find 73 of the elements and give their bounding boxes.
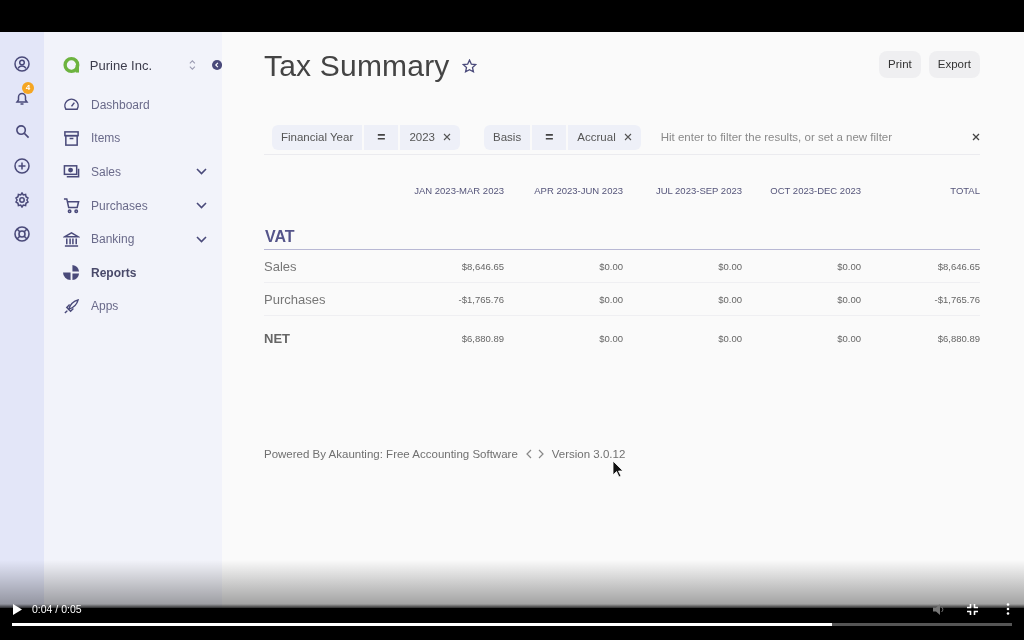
chevron-icon[interactable] [196,202,207,210]
table-cell-text: $0.00 [598,260,623,272]
menu-item[interactable]: Dashboard [63,88,222,122]
table-cell-text: $8,646.65 [460,260,504,272]
menu-item[interactable]: Reports [63,255,222,290]
table-cell-text: $0.00 [836,260,861,272]
column-header: JAN 2023-MAR 2023 [413,184,504,196]
exit-fullscreen-icon[interactable] [967,603,978,615]
chevron-icon[interactable] [196,168,207,176]
row-label: Purchases [264,291,327,307]
filter-operator[interactable]: = [532,124,567,150]
menu-item[interactable]: Banking [63,222,222,256]
table-cell-text: -$1,765.76 [457,293,504,305]
column-header: TOTAL [949,184,980,196]
filter-value[interactable]: Accrual [568,124,641,150]
table-cell-text: $6,880.89 [460,332,504,344]
filter-field[interactable]: Basis [484,124,531,150]
table-cell-text: $0.00 [598,332,623,344]
table-cell-text: $0.00 [836,332,861,344]
search-icon[interactable] [14,124,30,139]
table-cell-text: $6,880.89 [936,332,980,344]
table-cell-text: $8,646.65 [936,260,980,272]
play-icon[interactable] [12,603,22,615]
action-button[interactable]: Print [879,50,921,78]
filter-operator[interactable]: = [364,124,399,150]
version-text: Version 3.0.12 [551,448,626,460]
table-cell-text: $0.00 [717,260,742,272]
archive-icon [63,129,80,147]
volume-icon[interactable] [933,603,945,615]
close-icon[interactable] [972,133,980,141]
menu-item[interactable]: Apps [63,289,222,324]
video-progress[interactable] [12,623,1012,626]
table-cell-text: $0.00 [717,293,742,305]
collapse-icon[interactable] [211,59,222,71]
pie-chart-icon [63,264,80,282]
rocket-icon [63,297,80,315]
row-label: Sales [264,258,298,274]
profile-icon[interactable] [14,55,30,72]
notification-badge: 4 [22,81,34,94]
switch-icon[interactable] [189,58,196,72]
star-icon[interactable] [461,58,477,74]
column-header: JUL 2023-SEP 2023 [654,184,742,196]
bank-icon [63,230,80,248]
column-header: OCT 2023-DEC 2023 [769,184,861,196]
cursor-icon [612,460,624,478]
table-cell-text: -$1,765.76 [933,293,980,305]
filter-input[interactable]: Hit enter to filter the results, or set a new filter [658,130,956,144]
chevron-icon[interactable] [196,235,207,243]
help-icon[interactable] [14,225,30,242]
table-cell-text: $0.00 [598,293,623,305]
cart-icon [63,197,80,215]
settings-icon[interactable] [14,191,30,208]
row-label: NET [264,330,291,346]
code-icon [525,449,544,459]
column-header: APR 2023-JUN 2023 [533,184,623,196]
video-time: 0:04 / 0:05 [32,603,82,615]
table-cell-text: $0.00 [836,293,861,305]
page-title: Tax Summary [264,49,450,83]
table-cell-text: $0.00 [717,332,742,344]
menu-item[interactable]: Purchases [63,188,222,223]
logo-icon [63,55,80,75]
close-icon[interactable] [443,133,452,141]
section-title: VAT [264,228,980,250]
add-icon[interactable] [14,157,30,174]
filter-value[interactable]: 2023 [400,124,461,150]
company-name[interactable]: Purine Inc. [89,57,180,73]
action-button[interactable]: Export [928,50,980,78]
more-icon[interactable] [1006,603,1010,615]
filter-field[interactable]: Financial Year [272,124,363,150]
menu-item[interactable]: Items [63,121,222,156]
menu-item[interactable]: Sales [63,155,222,189]
close-icon[interactable] [623,133,632,141]
footer-text: Powered By Akaunting: Free Accounting Software [264,448,518,460]
